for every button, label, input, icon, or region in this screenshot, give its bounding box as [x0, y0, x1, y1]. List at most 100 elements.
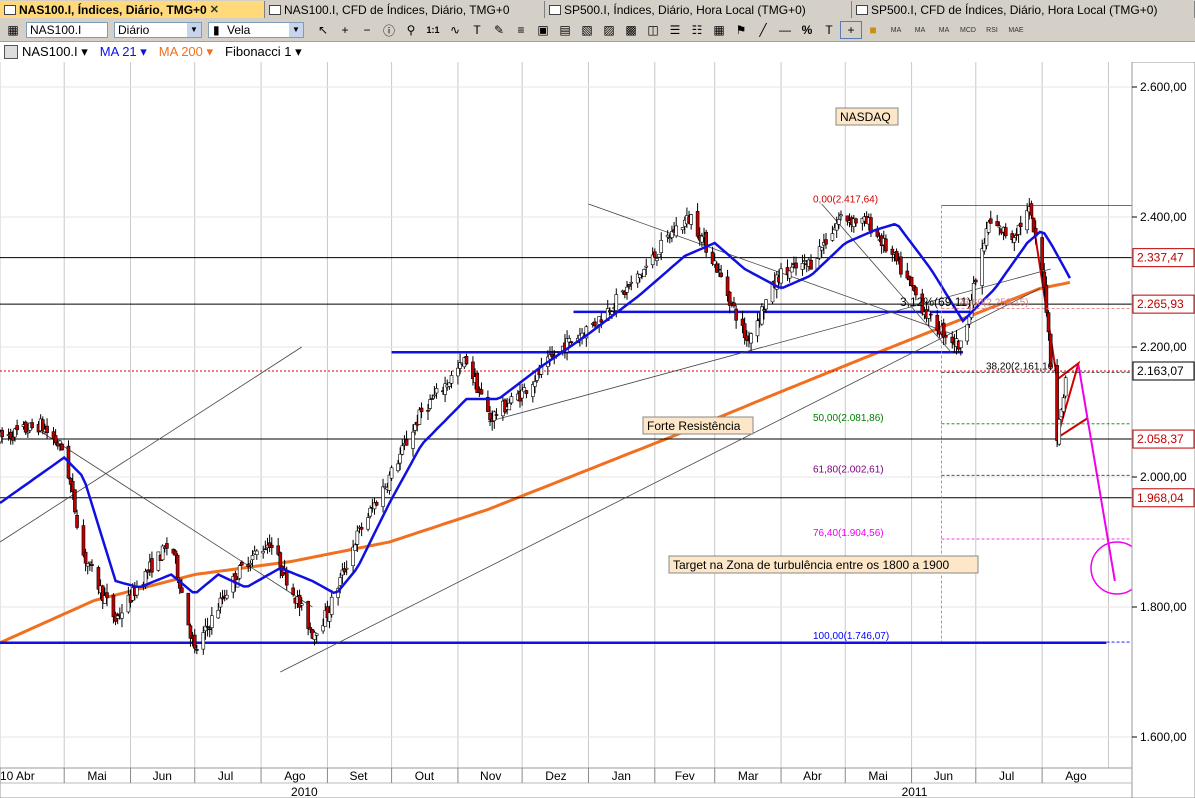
candle-body — [58, 440, 62, 445]
candle-body — [759, 306, 764, 325]
wave-icon[interactable]: ∿ — [444, 21, 466, 39]
tab-2[interactable]: NAS100.I, CFD de Índices, Diário, TMG+0 — [265, 1, 545, 18]
indicator-legend: NAS100.I ▾ MA 21 ▾ MA 200 ▾ Fibonacci 1 … — [0, 42, 1120, 62]
candle-body — [909, 276, 914, 286]
legend-fibonacci[interactable]: Fibonacci 1 ▾ — [225, 44, 302, 60]
candle-body — [665, 234, 670, 238]
indicator-button-6[interactable]: MAE — [1004, 21, 1028, 39]
crosshair-icon[interactable]: + — [334, 21, 356, 39]
candle-body — [225, 594, 229, 599]
x-month-label: Fev — [675, 769, 695, 783]
candle-body — [434, 388, 439, 394]
legend-ma200[interactable]: MA 200 ▾ — [159, 44, 213, 60]
chart-tab-icon — [269, 4, 281, 15]
candle-body — [254, 550, 259, 555]
chevron-down-icon[interactable]: ▼ — [289, 23, 303, 37]
cycle-icon[interactable]: ▨ — [598, 21, 620, 39]
candle-body — [344, 567, 349, 570]
candle-body — [23, 421, 28, 433]
chart-settings-icon[interactable] — [4, 45, 18, 59]
text-icon[interactable]: T — [818, 21, 840, 39]
price-chart[interactable]: 0,00(2.417,64)23,60(2.259,15)38,20(2.161… — [0, 62, 1195, 798]
candle-body — [85, 563, 90, 567]
horizontal-line-icon[interactable]: — — [774, 21, 796, 39]
chart-tab-icon — [549, 4, 561, 15]
grid-icon[interactable]: ▦ — [708, 21, 730, 39]
candle-body — [381, 486, 385, 507]
x-month-label: Jul — [999, 769, 1014, 783]
chart-tab-icon — [4, 4, 16, 15]
candle-body — [432, 394, 437, 397]
candle-body — [1018, 222, 1023, 227]
period-select[interactable]: Diário ▼ — [114, 22, 202, 38]
candle-body — [839, 214, 843, 217]
pencil-icon[interactable]: ✎ — [488, 21, 510, 39]
tab-4[interactable]: SP500.I, CFD de Índices, Diário, Hora Lo… — [852, 1, 1195, 18]
percent-button[interactable]: % — [796, 21, 818, 39]
candle-body — [689, 214, 693, 225]
candle-body — [135, 587, 139, 596]
candle-body — [329, 596, 334, 615]
candle-body — [837, 219, 841, 225]
chevron-down-icon[interactable]: ▼ — [187, 23, 201, 37]
legend-ma21[interactable]: MA 21 ▾ — [100, 44, 147, 60]
close-tab-icon[interactable]: ✕ — [210, 3, 219, 16]
zoom-icon[interactable]: ⚲ — [400, 21, 422, 39]
candle-body — [717, 268, 721, 271]
tab-1[interactable]: NAS100.I, Índices, Diário, TMG+0 ✕ — [0, 1, 265, 18]
candle-body — [210, 615, 214, 628]
candle-body — [1057, 419, 1062, 445]
candle-body — [854, 218, 858, 224]
indicator-button-1[interactable]: MA — [884, 21, 908, 39]
candle-body — [629, 281, 634, 284]
indicator-button-4[interactable]: MCD — [956, 21, 980, 39]
target-label: Target na Zona de turbulência entre os 1… — [673, 558, 950, 572]
legend-symbol[interactable]: NAS100.I ▾ — [22, 44, 88, 60]
pitchfork-icon[interactable]: ▧ — [576, 21, 598, 39]
chart-icon[interactable]: ▦ — [0, 21, 26, 39]
candle-body — [695, 211, 700, 237]
level-tag-label: 2.058,37 — [1137, 432, 1184, 446]
candle-body — [509, 396, 514, 404]
indicator-button-5[interactable]: RSI — [980, 21, 1004, 39]
lines-icon[interactable]: ☰ — [664, 21, 686, 39]
candle-body — [240, 561, 244, 566]
candle-body — [988, 218, 993, 224]
fibonacci-icon[interactable]: ≡ — [510, 21, 532, 39]
tab-3[interactable]: SP500.I, Índices, Diário, Hora Local (TM… — [545, 1, 852, 18]
candle-body — [944, 335, 948, 338]
candle-body — [824, 239, 828, 245]
symbol-value: NAS100.I — [30, 23, 82, 37]
candle-body — [732, 302, 736, 307]
zoom-reset-button[interactable]: 1:1 — [422, 21, 444, 39]
text-tool-icon[interactable]: T — [466, 21, 488, 39]
cursor-icon[interactable]: ↖ — [312, 21, 334, 39]
candle-body — [789, 266, 794, 273]
indicator-button-3[interactable]: MA — [932, 21, 956, 39]
gann-icon[interactable]: ▤ — [554, 21, 576, 39]
dash-icon[interactable]: − — [356, 21, 378, 39]
tab-label: SP500.I, Índices, Diário, Hora Local (TM… — [564, 2, 806, 17]
candle-body — [997, 225, 1002, 228]
indicator-button-2[interactable]: MA — [908, 21, 932, 39]
arc-icon[interactable]: ▩ — [620, 21, 642, 39]
folder-icon[interactable]: ■ — [862, 21, 884, 39]
chart-tab-icon — [856, 4, 868, 15]
channel-icon[interactable]: ▣ — [532, 21, 554, 39]
flag-icon[interactable]: ⚑ — [730, 21, 752, 39]
candle-body — [88, 561, 92, 564]
candle-body — [426, 410, 430, 412]
symbol-field[interactable]: NAS100.I — [26, 22, 108, 38]
chart-style-select[interactable]: ▮ Vela ▼ — [208, 22, 304, 38]
candle-body — [195, 649, 199, 651]
x-month-label: Ago — [1065, 769, 1087, 783]
candle-body — [1046, 312, 1051, 333]
wave-tool-icon[interactable]: ◫ — [642, 21, 664, 39]
x-year-label: 2011 — [902, 785, 928, 798]
info-icon[interactable]: ⓘ — [378, 21, 400, 39]
bars-icon[interactable]: ☷ — [686, 21, 708, 39]
candle-body — [715, 263, 719, 273]
trend-line-icon[interactable]: ╱ — [752, 21, 774, 39]
candle-icon: ▮ — [213, 23, 220, 37]
crosshair-active-icon[interactable]: + — [840, 21, 862, 39]
